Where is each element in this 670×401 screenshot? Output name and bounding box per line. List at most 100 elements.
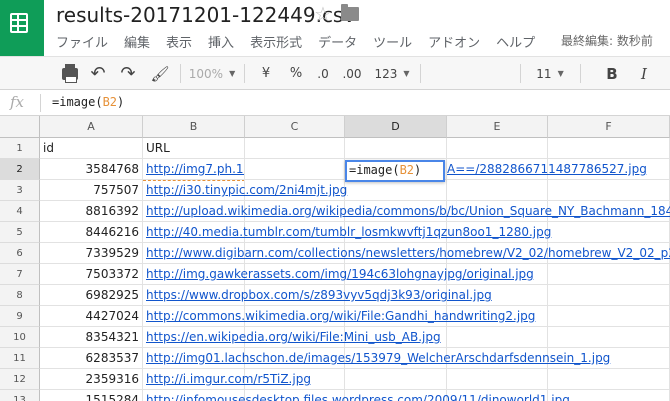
percent-format-button[interactable]: % bbox=[286, 57, 306, 90]
menu-addons[interactable]: アドオン bbox=[428, 32, 480, 51]
cell-empty[interactable] bbox=[548, 306, 670, 327]
row-header[interactable]: 13 bbox=[0, 390, 40, 401]
row-header[interactable]: 10 bbox=[0, 327, 40, 348]
column-header-f[interactable]: F bbox=[548, 116, 670, 138]
bold-label: B bbox=[606, 64, 618, 83]
star-icon[interactable]: ☆ bbox=[314, 2, 332, 26]
column-header-a[interactable]: A bbox=[40, 116, 143, 138]
cell-empty[interactable] bbox=[548, 327, 670, 348]
menu-data[interactable]: データ bbox=[318, 32, 357, 51]
decrease-decimal-button[interactable]: .0 bbox=[312, 57, 334, 90]
increase-decimal-label: .00 bbox=[342, 66, 362, 81]
menu-file[interactable]: ファイル bbox=[56, 32, 108, 51]
folder-icon[interactable] bbox=[341, 4, 359, 21]
bold-button[interactable]: B bbox=[602, 57, 622, 90]
currency-format-button[interactable]: ¥ bbox=[256, 57, 276, 90]
column-header-d[interactable]: D bbox=[345, 116, 447, 138]
zoom-select[interactable]: 100% ▼ bbox=[186, 57, 238, 90]
cell-id[interactable]: id bbox=[40, 138, 143, 159]
cell-id[interactable]: 6283537 bbox=[40, 348, 143, 369]
cell-id[interactable]: 7503372 bbox=[40, 264, 143, 285]
column-header-e[interactable]: E bbox=[447, 116, 548, 138]
menu-edit[interactable]: 編集 bbox=[124, 32, 150, 51]
cell-id[interactable]: 8816392 bbox=[40, 201, 143, 222]
cell-url-overflow[interactable]: A==/2882866711487786527.jpg bbox=[447, 159, 647, 180]
cell-url[interactable]: https://www.dropbox.com/s/z893vyv5qdj3k9… bbox=[143, 285, 492, 306]
undo-button[interactable]: ↶ bbox=[86, 57, 110, 90]
menu-tools[interactable]: ツール bbox=[373, 32, 412, 51]
row-header[interactable]: 12 bbox=[0, 369, 40, 390]
cell-id[interactable]: 4427024 bbox=[40, 306, 143, 327]
cell-url[interactable]: https://en.wikipedia.org/wiki/File:Mini_… bbox=[143, 327, 441, 348]
menu-help[interactable]: ヘルプ bbox=[496, 32, 535, 51]
row-header[interactable]: 9 bbox=[0, 306, 40, 327]
menu-format[interactable]: 表示形式 bbox=[250, 32, 302, 51]
menu-view[interactable]: 表示 bbox=[166, 32, 192, 51]
cell-url[interactable]: http://img7.ph.126.net/wWJQXBUI bbox=[143, 159, 245, 180]
cell-empty[interactable] bbox=[548, 264, 670, 285]
row-header[interactable]: 1 bbox=[0, 138, 40, 159]
formula-prefix: =image( bbox=[52, 95, 103, 109]
formula-input[interactable]: =image(B2) bbox=[52, 95, 124, 109]
sheets-logo[interactable] bbox=[0, 0, 44, 56]
cell-id[interactable]: 1515284 bbox=[40, 390, 143, 401]
number-format-select[interactable]: 123 ▼ bbox=[372, 57, 412, 90]
cell-id[interactable]: 2359316 bbox=[40, 369, 143, 390]
column-header-c[interactable]: C bbox=[245, 116, 345, 138]
cell-url[interactable]: http://upload.wikimedia.org/wikipedia/co… bbox=[143, 201, 670, 222]
cell-id[interactable]: 757507 bbox=[40, 180, 143, 201]
menu-insert[interactable]: 挿入 bbox=[208, 32, 234, 51]
cell-id[interactable]: 6982925 bbox=[40, 285, 143, 306]
editor-cell-reference: B2 bbox=[399, 163, 415, 177]
cell-url[interactable]: http://40.media.tumblr.com/tumblr_losmkw… bbox=[143, 222, 551, 243]
row-header[interactable]: 2 bbox=[0, 159, 40, 180]
cell-id[interactable]: 8446216 bbox=[40, 222, 143, 243]
cell-id[interactable]: 8354321 bbox=[40, 327, 143, 348]
cell-url[interactable]: http://i30.tinypic.com/2ni4mjt.jpg bbox=[143, 180, 347, 201]
redo-button[interactable]: ↷ bbox=[116, 57, 140, 90]
cell-empty[interactable] bbox=[447, 369, 548, 390]
last-edit-status[interactable]: 最終編集: 数秒前 bbox=[561, 32, 653, 49]
row-header[interactable]: 11 bbox=[0, 348, 40, 369]
row-header[interactable]: 5 bbox=[0, 222, 40, 243]
row-header[interactable]: 7 bbox=[0, 264, 40, 285]
cell-empty[interactable] bbox=[548, 138, 670, 159]
fx-icon: fx bbox=[10, 93, 25, 111]
cell-url[interactable]: http://img.gawkerassets.com/img/194c63lo… bbox=[143, 264, 534, 285]
row-header[interactable]: 3 bbox=[0, 180, 40, 201]
cell-empty[interactable] bbox=[245, 138, 345, 159]
cell-empty[interactable] bbox=[447, 138, 548, 159]
cell-empty[interactable] bbox=[548, 369, 670, 390]
cell-empty[interactable] bbox=[345, 369, 447, 390]
document-title[interactable]: results-20171201-122449.csv bbox=[56, 3, 355, 27]
cell-empty[interactable] bbox=[245, 159, 345, 180]
print-button[interactable] bbox=[58, 57, 82, 90]
cell-url[interactable]: http://i.imgur.com/r5TiZ.jpg bbox=[143, 369, 311, 390]
cell-empty[interactable] bbox=[447, 180, 548, 201]
column-header-b[interactable]: B bbox=[143, 116, 245, 138]
cell-url[interactable]: http://www.digibarn.com/collections/news… bbox=[143, 243, 670, 264]
formula-cell-reference: B2 bbox=[102, 95, 118, 109]
cell-empty[interactable] bbox=[548, 285, 670, 306]
font-size-select[interactable]: 11 ▼ bbox=[530, 57, 570, 90]
cell-url[interactable]: http://commons.wikimedia.org/wiki/File:G… bbox=[143, 306, 535, 327]
cell-editor[interactable]: =image(B2) bbox=[345, 160, 445, 182]
row-header[interactable]: 4 bbox=[0, 201, 40, 222]
cell-id[interactable]: 3584768 bbox=[40, 159, 143, 180]
paint-format-button[interactable]: 🖌 bbox=[148, 57, 172, 90]
cell-empty[interactable] bbox=[345, 138, 447, 159]
increase-decimal-button[interactable]: .00 bbox=[338, 57, 366, 90]
select-all-corner[interactable] bbox=[0, 116, 40, 138]
cell-url[interactable]: http://img01.lachschon.de/images/153979_… bbox=[143, 348, 610, 369]
cell-empty[interactable] bbox=[447, 327, 548, 348]
cell-empty[interactable] bbox=[345, 180, 447, 201]
cell-empty[interactable] bbox=[548, 222, 670, 243]
cell-empty[interactable] bbox=[548, 180, 670, 201]
row-header[interactable]: 8 bbox=[0, 285, 40, 306]
row-header[interactable]: 6 bbox=[0, 243, 40, 264]
percent-label: % bbox=[289, 66, 303, 81]
cell-url[interactable]: http://infomousesdesktop.files.wordpress… bbox=[143, 390, 570, 401]
italic-button[interactable]: I bbox=[634, 57, 654, 90]
cell-url[interactable]: URL bbox=[143, 138, 245, 159]
cell-id[interactable]: 7339529 bbox=[40, 243, 143, 264]
